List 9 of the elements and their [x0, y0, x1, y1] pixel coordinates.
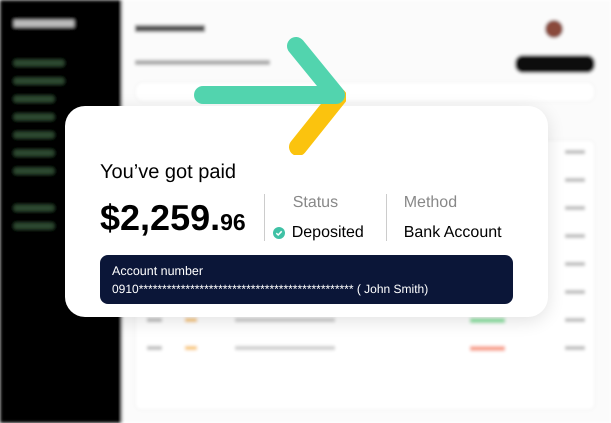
card-title: You’ve got paid	[100, 162, 238, 182]
amount: $2,259.96	[100, 200, 247, 236]
check-icon	[272, 227, 285, 239]
status-label: Status	[292, 195, 340, 211]
status-value: Deposited	[292, 225, 364, 241]
account-number: 0910********************************************** ( John Smith)	[112, 281, 430, 298]
method-label: Method	[404, 195, 458, 211]
account-label: Account number	[112, 263, 204, 280]
method-value: Bank Account	[404, 225, 502, 241]
